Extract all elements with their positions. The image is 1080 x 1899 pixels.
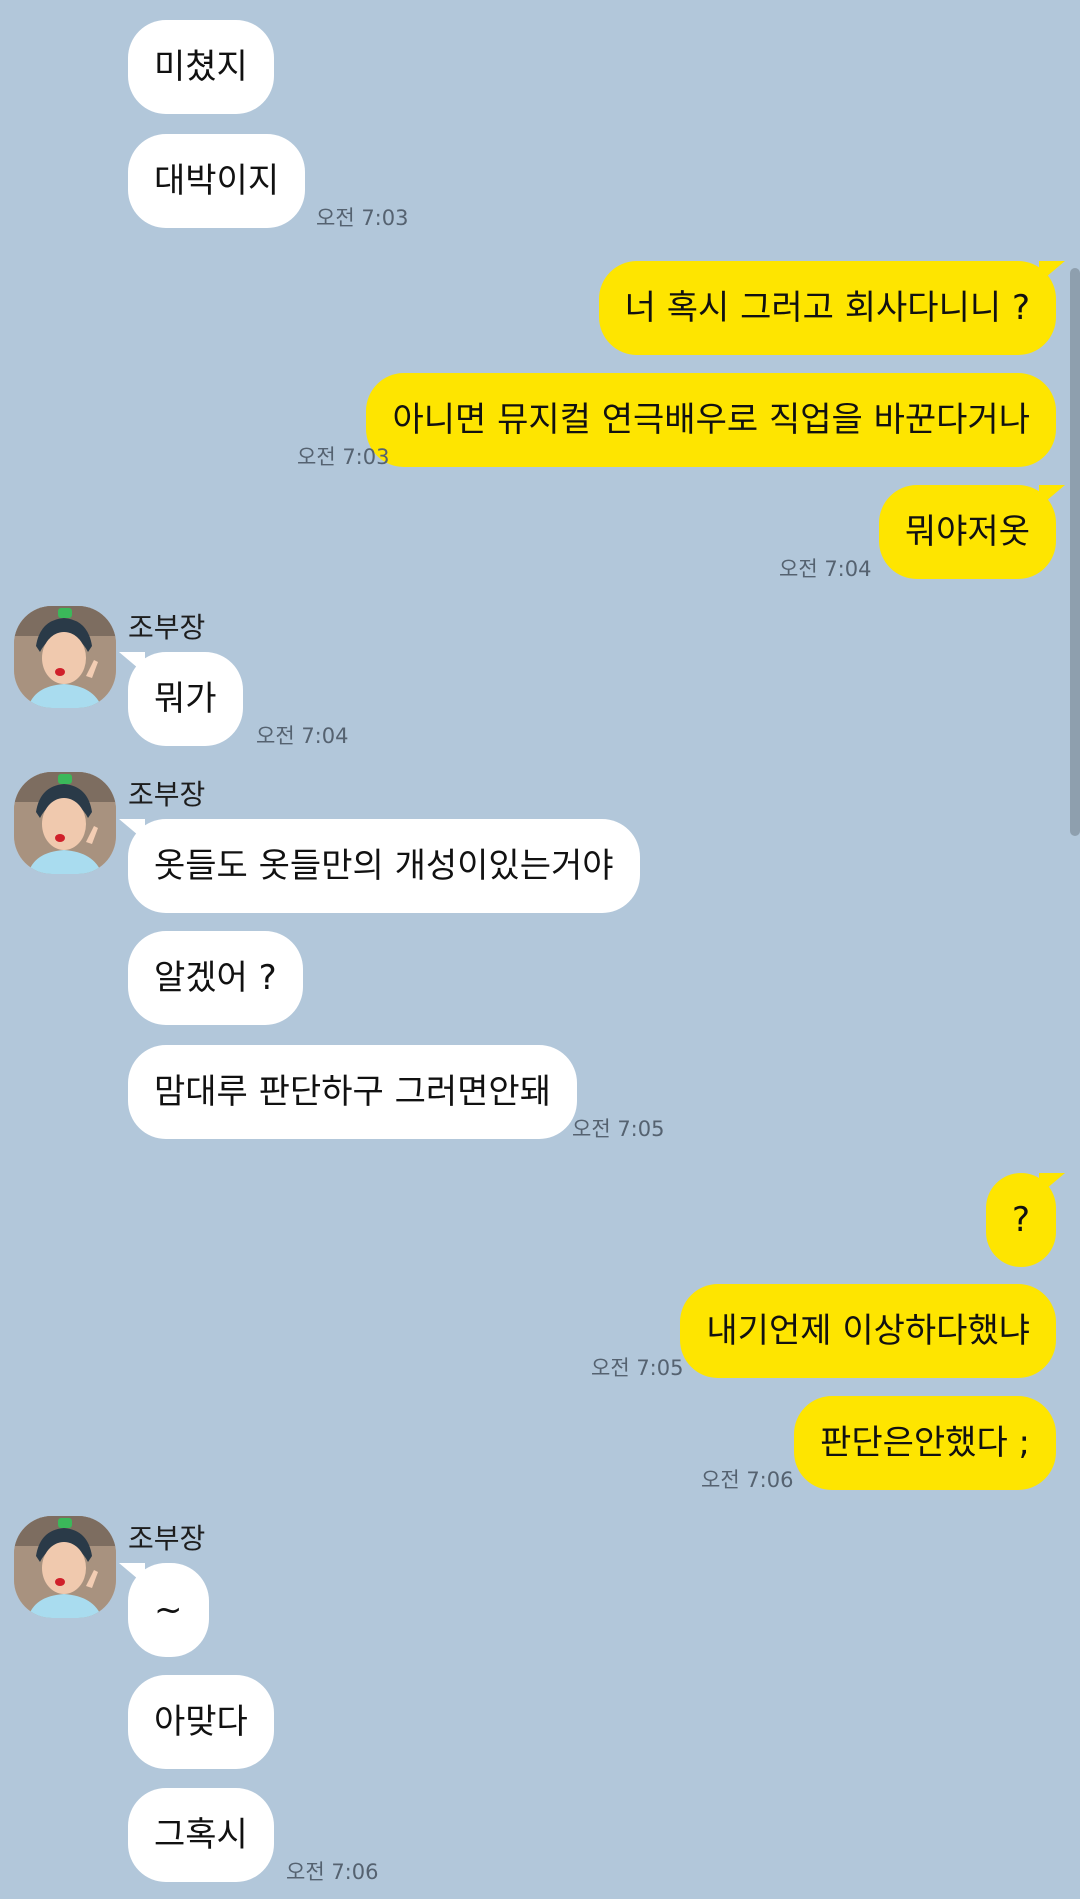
message-bubble-incoming[interactable]: 그혹시 — [128, 1788, 274, 1882]
message-bubble-incoming[interactable]: 옷들도 옷들만의 개성이있는거야 — [128, 819, 640, 913]
message-bubble-incoming[interactable]: 미쳤지 — [128, 20, 274, 114]
sender-name: 조부장 — [128, 1522, 206, 1555]
message-timestamp: 오전 7:04 — [256, 724, 349, 748]
message-bubble-outgoing[interactable]: 뭐야저옷 — [878, 485, 1056, 579]
message-bubble-incoming[interactable]: 뭐가 — [128, 652, 243, 746]
message-timestamp: 오전 7:06 — [701, 1468, 794, 1492]
message-bubble-outgoing[interactable]: 내기언제 이상하다했냐 — [680, 1284, 1056, 1378]
message-bubble-incoming[interactable]: 맘대루 판단하구 그러면안돼 — [128, 1045, 577, 1139]
message-bubble-outgoing[interactable]: ? — [985, 1173, 1056, 1267]
message-timestamp: 오전 7:04 — [779, 557, 872, 581]
contact-avatar[interactable] — [14, 606, 116, 708]
message-timestamp: 오전 7:06 — [286, 1860, 379, 1884]
contact-avatar[interactable] — [14, 1516, 116, 1618]
message-timestamp: 오전 7:05 — [591, 1356, 684, 1380]
message-bubble-outgoing[interactable]: 판단은안했다 ; — [794, 1396, 1056, 1490]
message-timestamp: 오전 7:03 — [316, 206, 409, 230]
sender-name: 조부장 — [128, 611, 206, 644]
contact-photo-avatar-icon — [14, 772, 116, 874]
contact-avatar[interactable] — [14, 772, 116, 874]
sender-name: 조부장 — [128, 778, 206, 811]
message-bubble-outgoing[interactable]: 너 혹시 그러고 회사다니니 ? — [598, 261, 1056, 355]
message-timestamp: 오전 7:05 — [572, 1117, 665, 1141]
message-timestamp: 오전 7:03 — [297, 445, 390, 469]
message-bubble-incoming[interactable]: 아맞다 — [128, 1675, 274, 1769]
chat-scrollbar[interactable] — [1070, 268, 1080, 836]
contact-photo-avatar-icon — [14, 606, 116, 708]
message-bubble-incoming[interactable]: 대박이지 — [128, 134, 306, 228]
message-bubble-outgoing[interactable]: 아니면 뮤지컬 연극배우로 직업을 바꾼다거나 — [366, 373, 1056, 467]
message-bubble-incoming[interactable]: ~ — [128, 1563, 209, 1657]
message-bubble-incoming[interactable]: 알겠어 ? — [128, 931, 303, 1025]
contact-photo-avatar-icon — [14, 1516, 116, 1618]
